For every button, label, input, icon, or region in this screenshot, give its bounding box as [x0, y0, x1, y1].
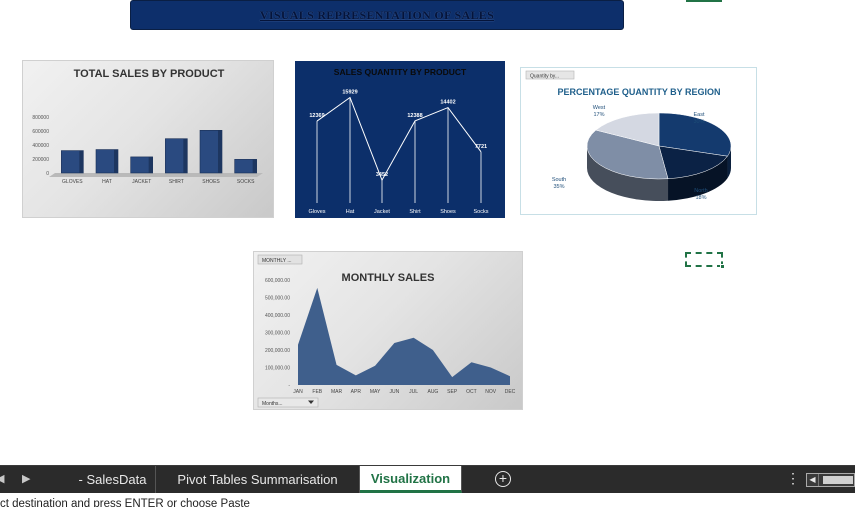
- scrollbar-thumb[interactable]: [823, 476, 853, 484]
- pie-label-name: North: [694, 188, 707, 194]
- y-tick-label: 800000: [32, 115, 49, 121]
- monthly-sales-title: MONTHLY SALES: [342, 272, 435, 284]
- monthly-sales-svg: MONTHLY ... MONTHLY SALES Months... 600,…: [257, 254, 516, 408]
- total-sales-title: TOTAL SALES BY PRODUCT: [74, 68, 225, 80]
- x-tick-label: MAR: [331, 389, 343, 395]
- x-tick-label: Gloves: [308, 209, 325, 215]
- y-tick-label: -: [288, 383, 290, 389]
- data-label: 14402: [440, 100, 455, 106]
- horizontal-scrollbar[interactable]: ◀: [806, 473, 855, 487]
- pie-label-pct: 30%: [693, 119, 704, 125]
- y-tick-label: 400000: [32, 143, 49, 149]
- y-tick-label: 600000: [32, 129, 49, 135]
- x-tick-label: Jacket: [374, 209, 390, 215]
- monthly-filter-label: MONTHLY ...: [262, 258, 292, 264]
- y-tick-label: 100,000.00: [265, 366, 290, 372]
- x-tick-label: MAY: [370, 389, 381, 395]
- x-tick-label: SHOES: [202, 179, 220, 185]
- y-tick-label: 600,000.00: [265, 278, 290, 284]
- chart-floor: [49, 173, 263, 177]
- next-sheet-icon[interactable]: ▶: [22, 472, 30, 485]
- bar-side: [218, 130, 222, 173]
- pie-label-pct: 18%: [695, 195, 706, 201]
- x-tick-label: APR: [351, 389, 362, 395]
- months-dropdown-label: Months...: [262, 401, 283, 407]
- x-tick-label: Hat: [346, 209, 355, 215]
- x-tick-label: Socks: [474, 209, 489, 215]
- pie-label-pct: 35%: [553, 184, 564, 190]
- y-tick-label: 400,000.00: [265, 313, 290, 319]
- bar-side: [114, 149, 118, 173]
- prev-sheet-icon[interactable]: ◀: [0, 472, 4, 485]
- y-tick-label: 0: [46, 171, 49, 177]
- x-tick-label: SEP: [447, 389, 458, 395]
- total-sales-svg: TOTAL SALES BY PRODUCT 800000 600000 40000…: [32, 68, 263, 185]
- x-tick-label: OCT: [466, 389, 477, 395]
- x-tick-label: SHIRT: [169, 179, 184, 185]
- quantity-filter-label: Quantity by...: [530, 74, 559, 80]
- sales-quantity-chart[interactable]: SALES QUANTITY BY PRODUCT 12369 Gloves 159…: [295, 61, 505, 218]
- x-tick-label: GLOVES: [62, 179, 83, 185]
- sales-quantity-title: SALES QUANTITY BY PRODUCT: [334, 67, 467, 77]
- tab-label: Visualization: [370, 470, 451, 486]
- bar-side: [148, 156, 153, 173]
- pie-label-name: West: [593, 105, 606, 111]
- status-bar: ct destination and press ENTER or choose…: [0, 493, 855, 507]
- x-tick-label: JAN: [293, 389, 303, 395]
- x-tick-label: SOCKS: [237, 179, 255, 185]
- sheet-tabs-bar: ◀ ▶ - SalesData Pivot Tables Summarisati…: [0, 465, 855, 493]
- tab-salesdata[interactable]: - SalesData: [70, 466, 156, 493]
- data-label: 12388: [407, 113, 422, 119]
- x-tick-label: Shirt: [409, 209, 421, 215]
- x-tick-label: JUL: [409, 389, 418, 395]
- sales-quantity-svg: SALES QUANTITY BY PRODUCT 12369 Gloves 159…: [308, 67, 489, 215]
- pie-label-pct: 17%: [593, 112, 604, 118]
- x-tick-label: HAT: [102, 179, 112, 185]
- y-tick-label: 300,000.00: [265, 331, 290, 337]
- region-pie-title: PERCENTAGE QUANTITY BY REGION: [557, 87, 720, 97]
- column-selection-marker: [686, 0, 722, 2]
- banner-title: VISUALS REPRESENTATION OF SALES: [259, 7, 495, 22]
- sales-banner-title-box[interactable]: VISUALS REPRESENTATION OF SALES: [130, 0, 624, 30]
- bar-side: [79, 150, 84, 173]
- area-series: [298, 287, 510, 385]
- x-tick-label: NOV: [485, 389, 497, 395]
- y-tick-label: 200000: [32, 157, 49, 163]
- data-label: 12369: [309, 113, 324, 119]
- pie-label-name: East: [693, 112, 704, 118]
- x-tick-label: JACKET: [132, 179, 151, 185]
- scroll-left-icon[interactable]: ◀: [807, 474, 819, 486]
- x-tick-label: DEC: [505, 389, 516, 395]
- y-tick-label: 200,000.00: [265, 348, 290, 354]
- x-tick-label: FEB: [312, 389, 322, 395]
- monthly-sales-chart[interactable]: MONTHLY ... MONTHLY SALES Months... 600,…: [253, 251, 523, 410]
- bar-side: [183, 138, 188, 173]
- x-tick-label: AUG: [427, 389, 438, 395]
- tab-label: Pivot Tables Summarisation: [177, 472, 338, 487]
- status-message: ct destination and press ENTER or choose…: [0, 498, 250, 507]
- more-options-icon[interactable]: ⋮: [786, 470, 800, 487]
- data-label: 15929: [342, 89, 357, 95]
- x-tick-label: JUN: [389, 389, 399, 395]
- region-pie-chart[interactable]: Quantity by... PERCENTAGE QUANTITY BY RE…: [520, 67, 757, 215]
- tab-label: - SalesData: [78, 472, 147, 487]
- series-line: [316, 96, 482, 182]
- total-sales-chart[interactable]: TOTAL SALES BY PRODUCT 800000 600000 40000…: [22, 60, 274, 218]
- x-tick-label: Shoes: [440, 209, 456, 215]
- fill-handle[interactable]: [720, 264, 725, 269]
- y-tick-label: 500,000.00: [265, 296, 290, 302]
- worksheet-canvas[interactable]: VISUALS REPRESENTATION OF SALES TOTAL SA…: [0, 0, 855, 507]
- pie-label-name: South: [552, 177, 566, 183]
- add-sheet-icon[interactable]: +: [495, 471, 511, 487]
- selected-cell-marquee[interactable]: [685, 252, 725, 269]
- bar-side: [252, 159, 257, 173]
- tab-visualization[interactable]: Visualization: [360, 466, 462, 493]
- region-pie-svg: Quantity by... PERCENTAGE QUANTITY BY RE…: [525, 70, 732, 201]
- tab-pivot-tables[interactable]: Pivot Tables Summarisation: [156, 466, 360, 493]
